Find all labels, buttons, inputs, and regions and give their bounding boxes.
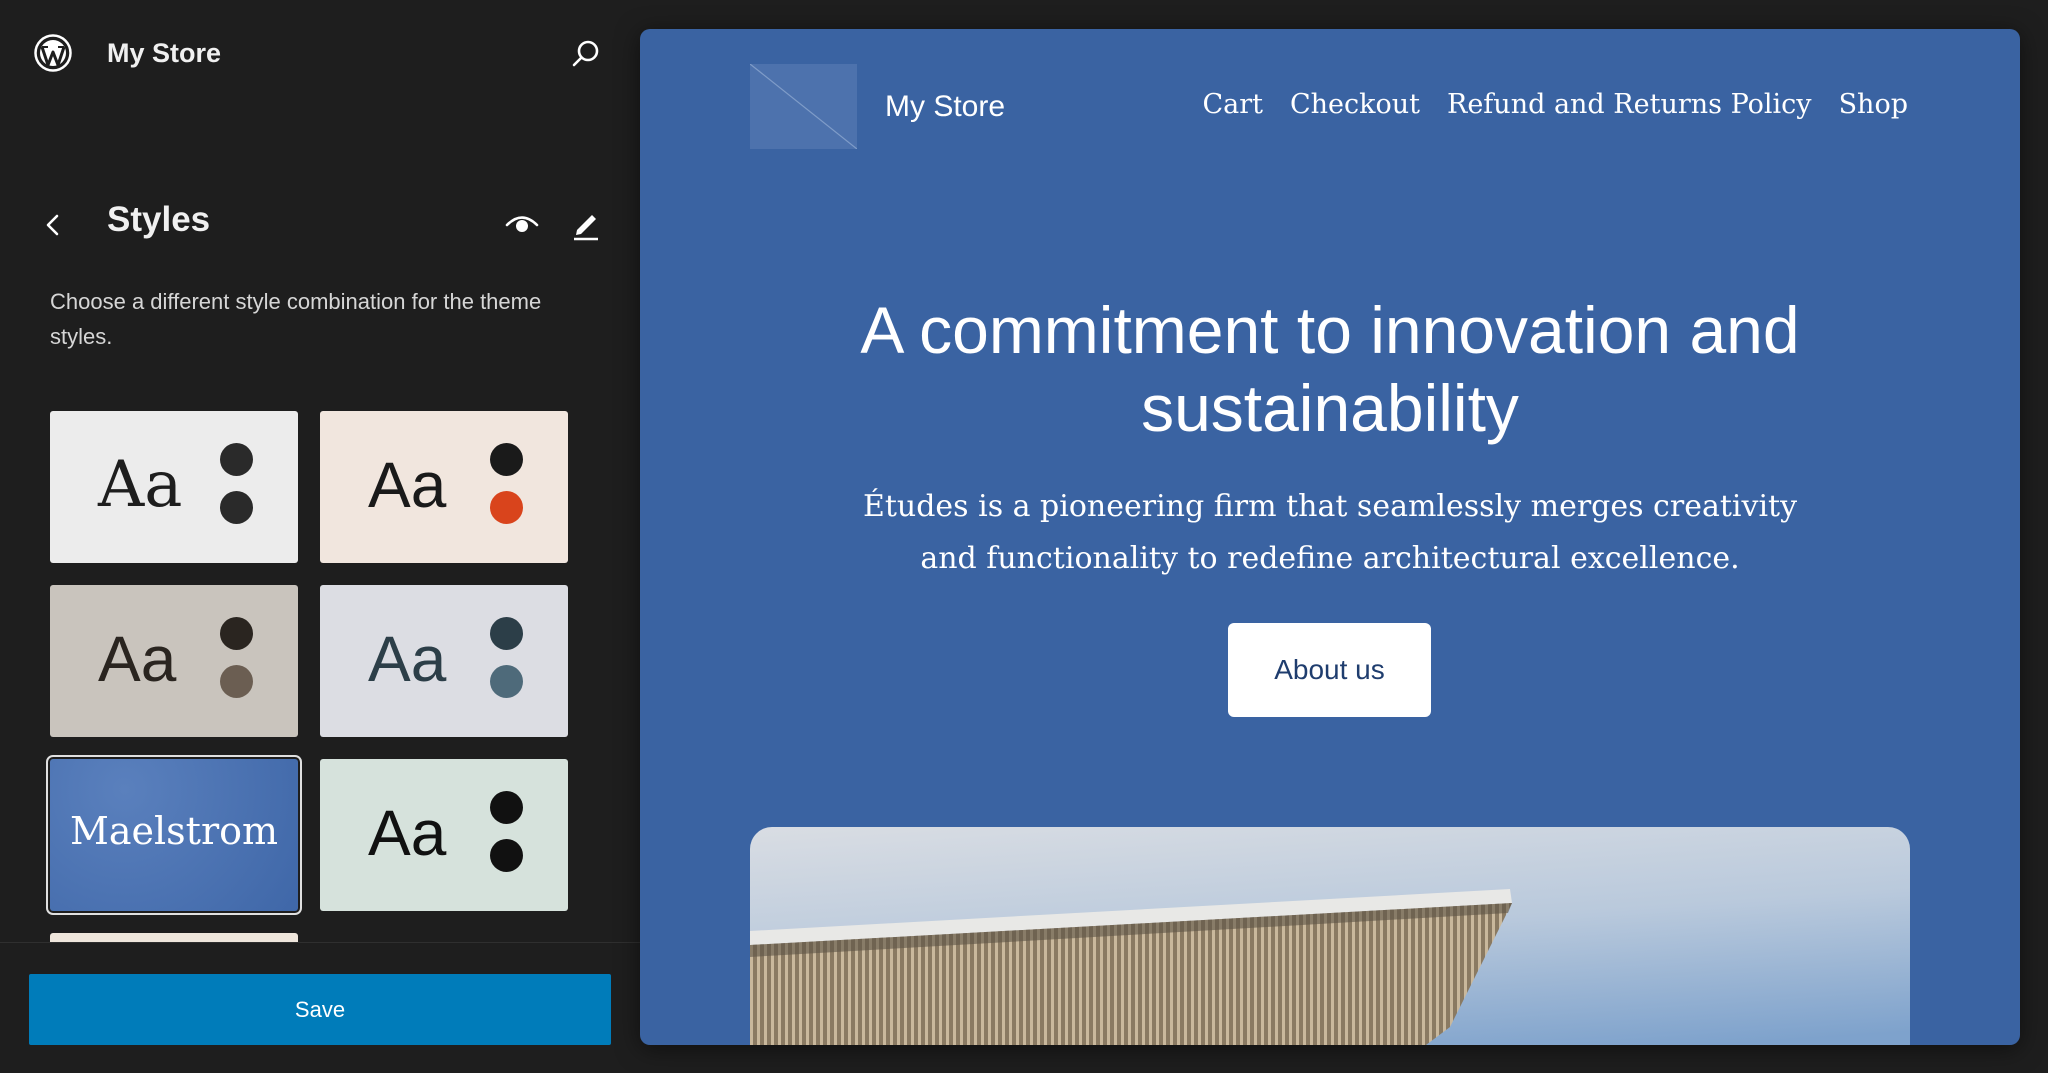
chevron-left-icon[interactable]	[40, 208, 68, 242]
variation-sample-text: Aa	[368, 797, 447, 869]
hero-building-image[interactable]	[750, 827, 1910, 1045]
nav-item-shop[interactable]: Shop	[1839, 85, 1908, 125]
site-name[interactable]: My Store	[107, 36, 221, 70]
style-variation-3[interactable]: Aa	[50, 585, 298, 737]
color-dot	[490, 443, 523, 476]
style-variations-grid: Aa Aa Aa Aa Maelstrom Aa	[0, 400, 640, 942]
site-title[interactable]: My Store	[885, 88, 1005, 126]
site-preview-canvas[interactable]: My Store Cart Checkout Refund and Return…	[640, 29, 2020, 1045]
style-variation-2[interactable]: Aa	[320, 411, 568, 563]
variation-sample-text: Aa	[98, 623, 177, 695]
color-dot	[490, 491, 523, 524]
style-variation-1[interactable]: Aa	[50, 411, 298, 563]
color-dot	[490, 791, 523, 824]
style-variation-4[interactable]: Aa	[320, 585, 568, 737]
panel-description: Choose a different style combination for…	[50, 289, 542, 349]
sidebar-footer: Save	[0, 942, 640, 1073]
variation-sample-text: Aa	[368, 623, 447, 695]
color-dot	[490, 617, 523, 650]
color-dot	[220, 665, 253, 698]
about-us-button[interactable]: About us	[1228, 623, 1431, 717]
pencil-icon[interactable]	[568, 206, 604, 242]
eye-icon[interactable]	[504, 206, 540, 242]
style-variation-6[interactable]: Aa	[320, 759, 568, 911]
panel-title: Styles	[107, 200, 211, 239]
color-dot	[490, 839, 523, 872]
editor-sidebar: My Store Styles Choose a different style…	[0, 0, 640, 1073]
variation-sample-text: Aa	[98, 448, 183, 522]
navigation-menu: Cart Checkout Refund and Returns Policy …	[1202, 85, 1908, 125]
color-dot	[220, 491, 253, 524]
wordpress-logo-icon[interactable]	[34, 34, 72, 72]
site-logo-placeholder[interactable]	[749, 63, 858, 150]
nav-item-checkout[interactable]: Checkout	[1290, 85, 1420, 125]
variation-name: Maelstrom	[69, 809, 279, 853]
hero-heading[interactable]: A commitment to innovation and sustainab…	[780, 291, 1880, 447]
color-dot	[490, 665, 523, 698]
variation-sample-text: Aa	[368, 449, 447, 521]
style-variation-maelstrom[interactable]: Maelstrom	[46, 755, 302, 915]
nav-item-cart[interactable]: Cart	[1202, 85, 1263, 125]
color-dot	[220, 617, 253, 650]
nav-item-refund-policy[interactable]: Refund and Returns Policy	[1447, 85, 1812, 125]
hero-paragraph[interactable]: Études is a pioneering firm that seamles…	[830, 481, 1830, 585]
color-dot	[220, 443, 253, 476]
search-icon[interactable]	[568, 36, 604, 72]
save-button[interactable]: Save	[29, 974, 611, 1045]
style-variation-7[interactable]	[50, 933, 298, 942]
